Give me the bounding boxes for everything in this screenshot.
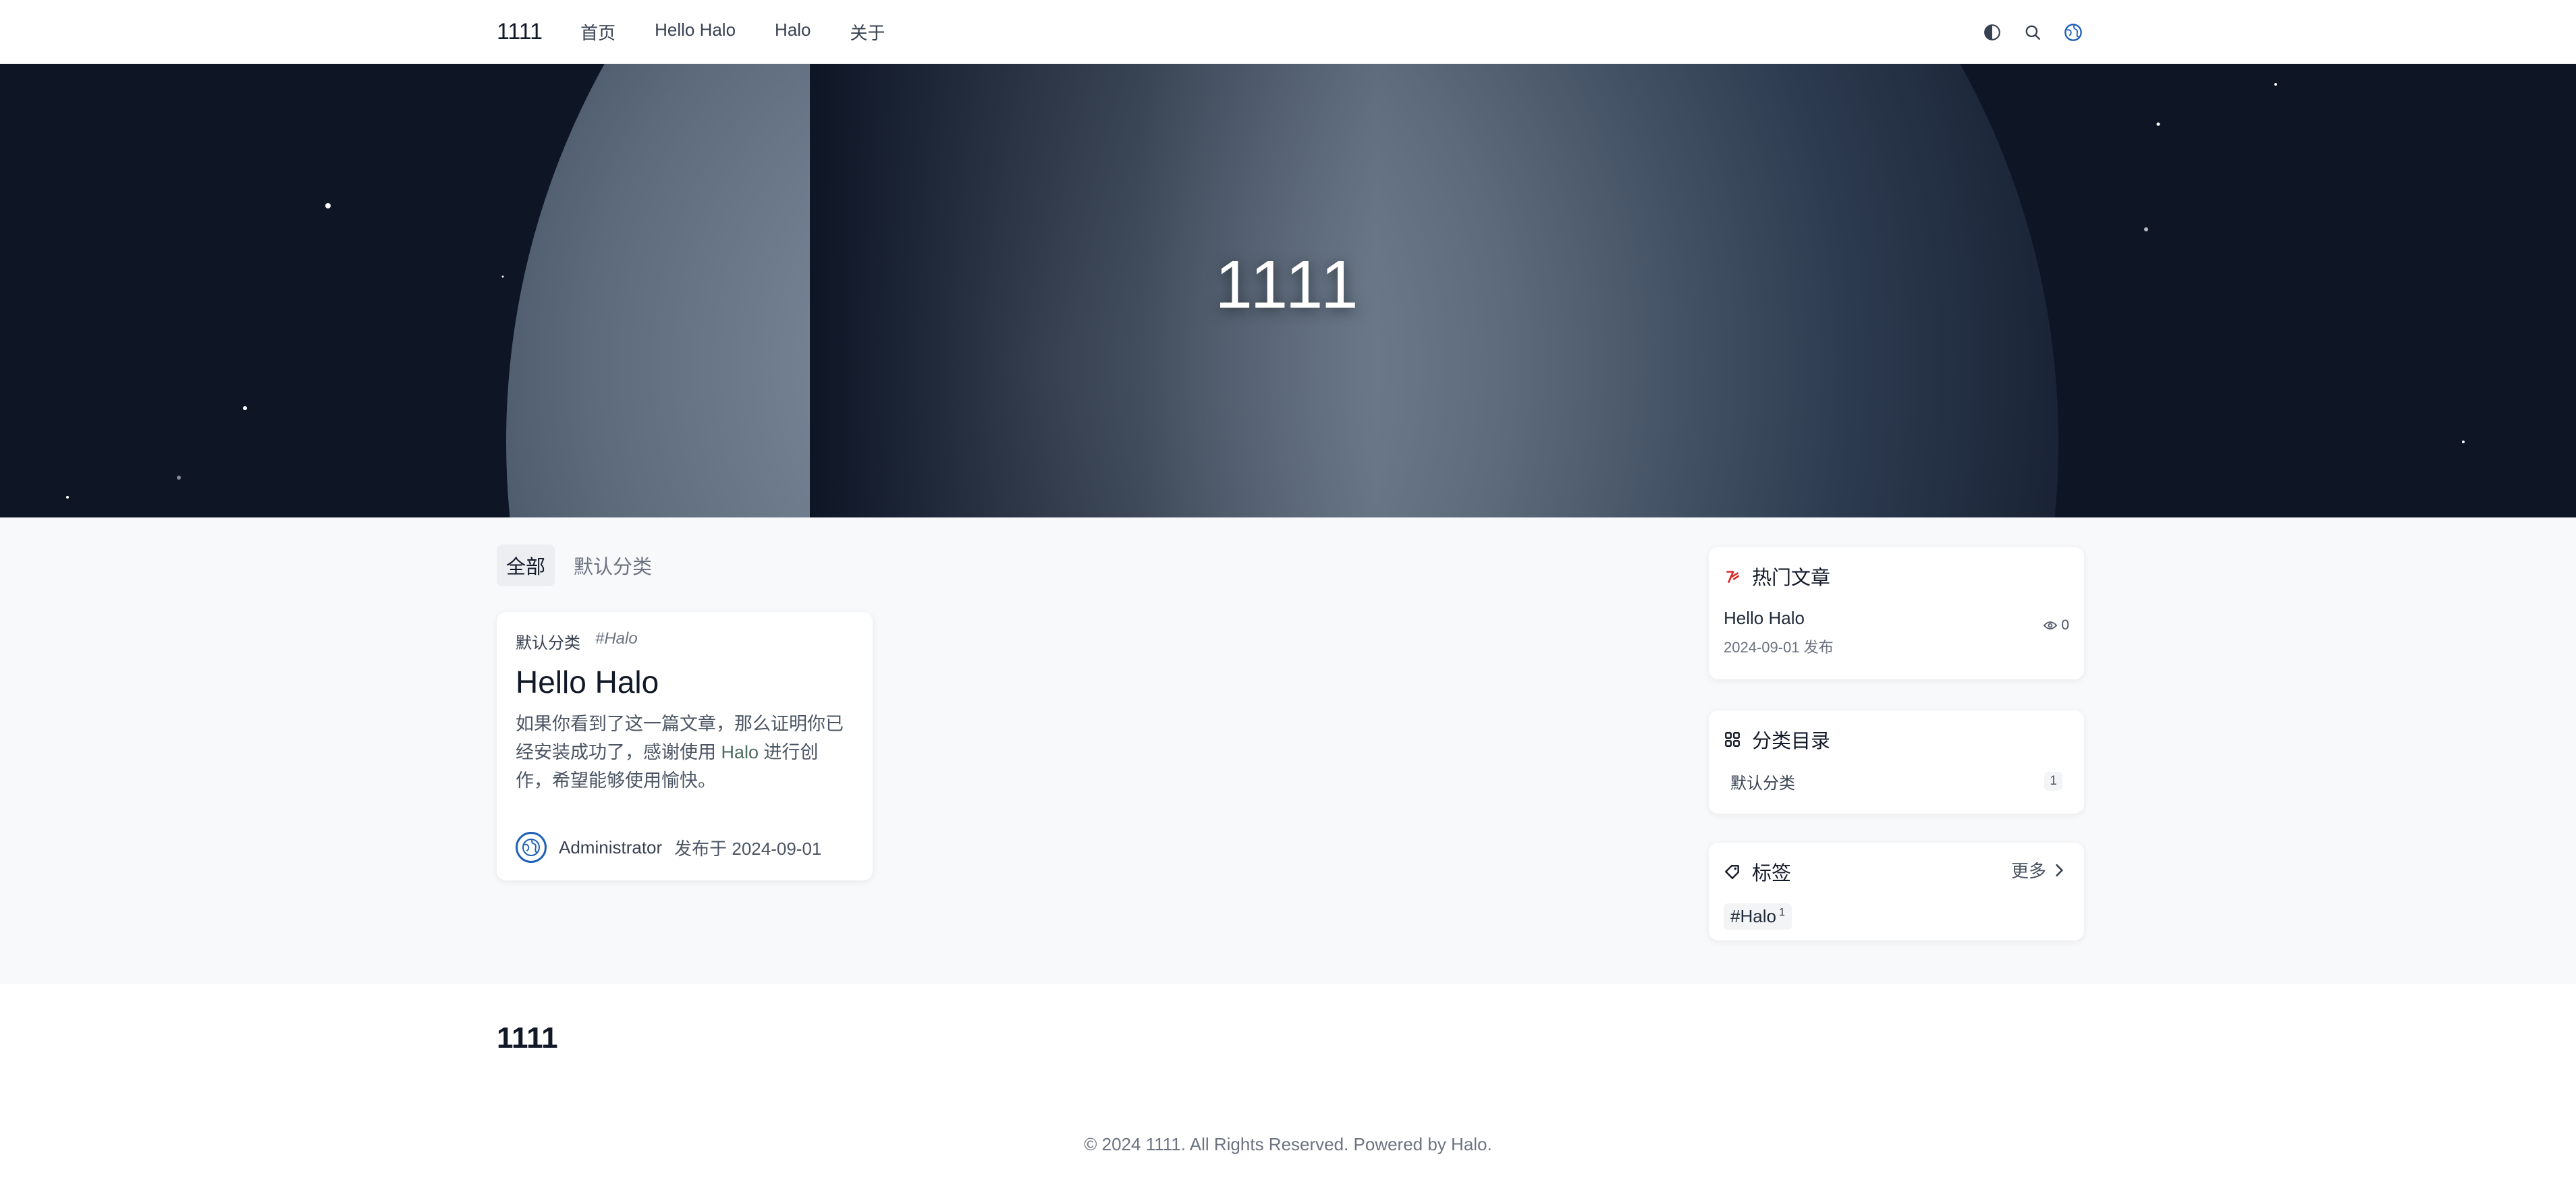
category-count-badge: 1 bbox=[2044, 772, 2062, 791]
post-title[interactable]: Hello Halo bbox=[516, 664, 854, 700]
categories-header: 分类目录 bbox=[1724, 725, 1830, 754]
chevron-right-icon bbox=[2056, 864, 2063, 876]
post-tag[interactable]: #Halo bbox=[595, 629, 638, 653]
more-label: 更多 bbox=[2010, 861, 2046, 881]
tag-name: #Halo bbox=[1730, 906, 1776, 926]
post-meta: 默认分类 #Halo bbox=[516, 629, 854, 653]
tag-icon bbox=[1725, 865, 1739, 879]
theme-toggle-icon[interactable] bbox=[1981, 22, 2003, 43]
hot-post-title[interactable]: Hello Halo bbox=[1724, 608, 2069, 629]
site-header: 1111 首页 Hello Halo Halo 关于 bbox=[0, 0, 2576, 64]
main-content: 全部 默认分类 默认分类 #Halo Hello Halo 如果你看到了这一篇文… bbox=[0, 517, 2576, 984]
hot-posts-title: 热门文章 bbox=[1752, 567, 1831, 589]
post-footer: Administrator 发布于 2024-09-01 bbox=[516, 832, 821, 863]
site-brand[interactable]: 1111 bbox=[497, 19, 543, 45]
tag-count: 1 bbox=[1778, 907, 1785, 919]
tags-header: 标签 bbox=[1724, 857, 1791, 886]
main-nav: 首页 Hello Halo Halo 关于 bbox=[580, 20, 885, 45]
hot-post-views: 0 bbox=[2044, 617, 2069, 634]
category-item[interactable]: 默认分类 1 bbox=[1724, 768, 2069, 794]
header-actions bbox=[1981, 0, 2084, 64]
nav-item-halo[interactable]: Halo bbox=[775, 20, 811, 45]
eye-icon bbox=[2044, 621, 2058, 629]
site-footer: 1111 © 2024 1111. All Rights Reserved. P… bbox=[0, 984, 2576, 1182]
nav-item-hello-halo[interactable]: Hello Halo bbox=[655, 20, 736, 45]
author-name[interactable]: Administrator bbox=[559, 837, 662, 858]
post-excerpt: 如果你看到了这一篇文章，那么证明你已经安装成功了，感谢使用 Halo 进行创作，… bbox=[516, 710, 853, 795]
hot-posts-header: 热门文章 bbox=[1724, 562, 1830, 590]
tags-more-link[interactable]: 更多 bbox=[2011, 857, 2065, 882]
copyright-text: © 2024 1111. All Rights Reserved. Powere… bbox=[1084, 1134, 1492, 1154]
grid-icon bbox=[1725, 732, 1740, 747]
globe-icon bbox=[522, 839, 540, 856]
view-count: 0 bbox=[2061, 617, 2069, 633]
globe-icon[interactable] bbox=[2062, 22, 2084, 43]
category-tabs: 全部 默认分类 bbox=[497, 544, 661, 586]
hot-posts-widget: 热门文章 Hello Halo 2024-09-01 发布 0 bbox=[1709, 547, 2084, 679]
hero-banner: 1111 bbox=[0, 64, 2576, 517]
tab-all[interactable]: 全部 bbox=[497, 544, 555, 586]
hot-post-item[interactable]: Hello Halo 2024-09-01 发布 0 bbox=[1724, 608, 2069, 657]
tab-default-category[interactable]: 默认分类 bbox=[564, 544, 661, 586]
footer-brand: 1111 bbox=[497, 1021, 558, 1054]
hero-title: 1111 bbox=[1215, 247, 1361, 322]
tags-widget: 标签 更多 #Halo 1 bbox=[1709, 843, 2084, 940]
categories-title: 分类目录 bbox=[1752, 731, 1831, 752]
categories-widget: 分类目录 默认分类 1 bbox=[1709, 710, 2084, 814]
nav-item-about[interactable]: 关于 bbox=[850, 20, 885, 45]
nav-item-home[interactable]: 首页 bbox=[580, 20, 615, 45]
post-card[interactable]: 默认分类 #Halo Hello Halo 如果你看到了这一篇文章，那么证明你已… bbox=[497, 612, 873, 880]
post-category[interactable]: 默认分类 bbox=[516, 629, 580, 653]
author-avatar[interactable] bbox=[516, 832, 547, 863]
tags-title: 标签 bbox=[1752, 863, 1792, 884]
hot-icon bbox=[1726, 571, 1739, 583]
post-date: 发布于 2024-09-01 bbox=[674, 838, 822, 859]
excerpt-link[interactable]: Halo bbox=[721, 742, 759, 762]
search-icon[interactable] bbox=[2022, 22, 2044, 43]
hot-post-date: 2024-09-01 发布 bbox=[1724, 639, 1834, 656]
tag-chip[interactable]: #Halo 1 bbox=[1724, 903, 1792, 930]
category-name[interactable]: 默认分类 bbox=[1730, 770, 1795, 793]
